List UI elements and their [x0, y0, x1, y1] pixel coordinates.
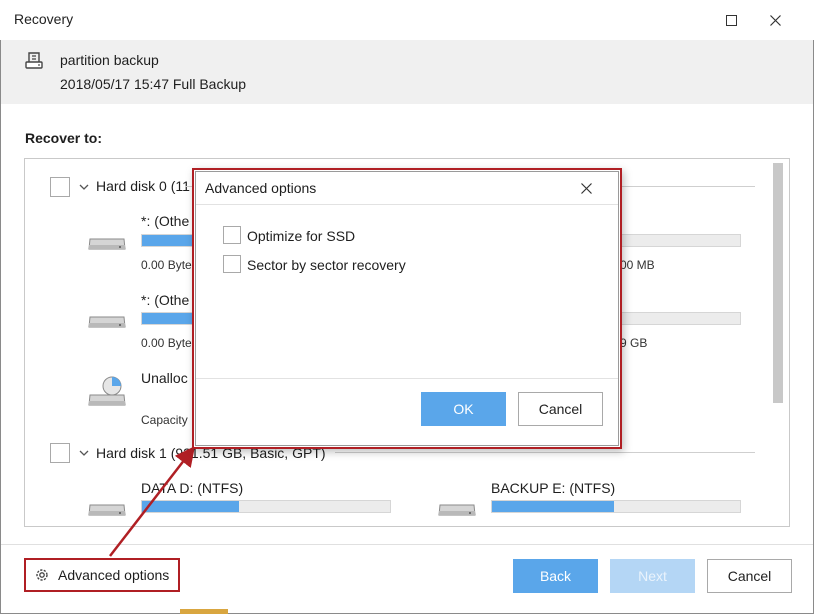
dialog-divider: [196, 378, 618, 379]
sector-by-sector-label[interactable]: Sector by sector recovery: [247, 257, 406, 273]
optimize-ssd-checkbox[interactable]: [223, 226, 241, 244]
sector-by-sector-checkbox[interactable]: [223, 255, 241, 273]
taskbar-edge: [180, 609, 228, 614]
dialog-ok-button[interactable]: OK: [421, 392, 506, 426]
dialog-close-button[interactable]: [576, 178, 596, 198]
dialog-cancel-button[interactable]: Cancel: [518, 392, 603, 426]
advanced-options-dialog: Advanced options Optimize for SSD Sector…: [192, 168, 622, 449]
dialog-title: Advanced options: [205, 180, 317, 196]
dialog-divider: [196, 204, 618, 205]
close-icon: [580, 182, 592, 194]
optimize-ssd-label[interactable]: Optimize for SSD: [247, 228, 355, 244]
